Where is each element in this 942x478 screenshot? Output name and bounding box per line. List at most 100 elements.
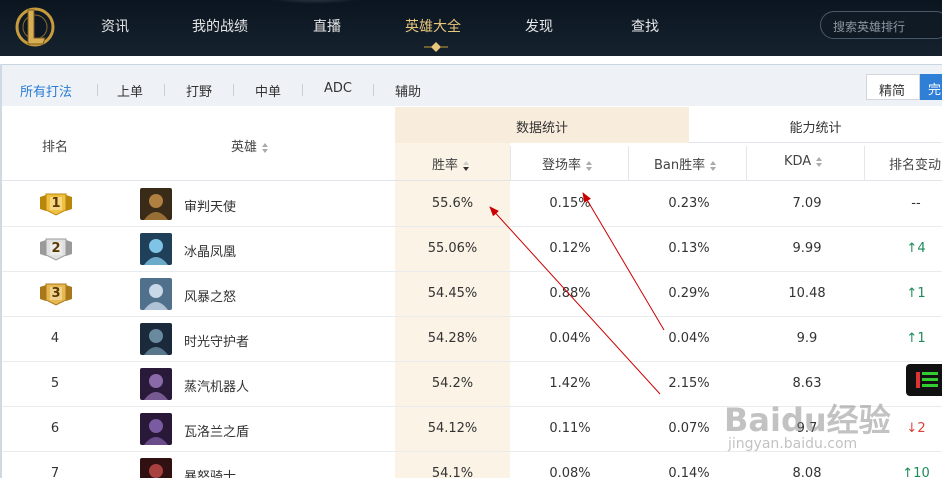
filter-support[interactable]: 辅助 [395, 81, 421, 100]
cell-winrate: 55.06% [427, 240, 478, 256]
watermark-logo: Baidu经验 [724, 401, 891, 439]
cell-winrate: 54.45% [427, 285, 478, 301]
filter-adc[interactable]: ADC [324, 81, 352, 96]
rank-change-value: 2 [917, 420, 926, 436]
cell-pickrate: 0.12% [549, 240, 591, 256]
filter-all[interactable]: 所有打法 [20, 81, 72, 100]
view-simple-button[interactable]: 精简 [866, 74, 920, 100]
sort-icon [816, 156, 823, 167]
hero-avatar[interactable] [140, 187, 172, 220]
rank-change-value: 4 [917, 240, 926, 256]
sort-icon [710, 160, 717, 171]
cell-banrate: 0.04% [668, 330, 710, 346]
hero-name[interactable]: 时光守护者 [184, 331, 249, 350]
rank-number: 2 [51, 240, 61, 256]
sort-icon [586, 160, 593, 171]
nav-item-live[interactable]: 直播 [313, 16, 341, 36]
cell-pickrate: 0.88% [549, 285, 591, 301]
view-full-button[interactable]: 完 [920, 74, 942, 100]
trend-up-icon: ↑ [906, 240, 918, 256]
cell-banrate: 0.29% [668, 285, 710, 301]
lane-filter-bar: 所有打法 上单 打野 中单 ADC 辅助 [0, 64, 942, 106]
row-divider [0, 361, 942, 362]
group-header-ability[interactable]: 能力统计 [689, 107, 942, 143]
lol-logo-icon[interactable] [14, 4, 56, 50]
hero-avatar[interactable] [140, 322, 172, 355]
hero-avatar[interactable] [140, 232, 172, 265]
cell-winrate: 55.6% [431, 195, 474, 211]
active-diamond-icon [424, 42, 448, 52]
rank-change-value: 10 [913, 465, 930, 478]
annotation-arrow-pickrate [582, 192, 665, 331]
rank-change-value: 1 [917, 285, 926, 301]
header-winrate: 胜率 [432, 158, 459, 173]
trend-up-icon: ↑ [906, 330, 918, 346]
header-hero-wrap[interactable]: 英雄 [231, 136, 269, 155]
hero-search-input[interactable]: 搜索英雄排行 [820, 11, 942, 39]
hero-avatar[interactable] [140, 367, 172, 400]
hero-name[interactable]: 蒸汽机器人 [184, 376, 249, 395]
header-pickrate-wrap[interactable]: 登场率 [542, 154, 593, 173]
hero-avatar[interactable] [140, 457, 172, 478]
cell-banrate: 0.23% [668, 195, 710, 211]
header-divider [510, 146, 511, 180]
filter-mid[interactable]: 中单 [255, 81, 281, 100]
cell-kda: 8.63 [792, 375, 822, 391]
cell-pickrate: 0.11% [549, 420, 591, 436]
cell-pickrate: 0.04% [549, 330, 591, 346]
nav-item-discover[interactable]: 发现 [525, 16, 553, 36]
filter-top[interactable]: 上单 [117, 81, 143, 100]
annotation-arrow-winrate [489, 206, 661, 395]
group-header-data[interactable]: 数据统计 [395, 107, 689, 143]
cell-banrate: 0.14% [668, 465, 710, 478]
nav-item-news[interactable]: 资讯 [101, 16, 129, 36]
cell-kda: 7.09 [792, 195, 822, 211]
hero-name[interactable]: 风暴之怒 [184, 286, 236, 305]
header-winrate-wrap[interactable]: 胜率 [432, 154, 470, 173]
rank-number: 5 [50, 375, 60, 391]
filter-divider [302, 84, 303, 96]
rank-change-value: -- [911, 195, 921, 211]
cell-kda: 10.48 [788, 285, 826, 301]
floating-widget[interactable] [906, 364, 942, 396]
header-kda: KDA [784, 154, 812, 169]
row-divider [0, 271, 942, 272]
header-divider [864, 146, 865, 180]
sort-desc-icon [463, 160, 470, 171]
nav-item-my-record[interactable]: 我的战绩 [192, 16, 248, 36]
hero-avatar[interactable] [140, 277, 172, 310]
filter-jungle[interactable]: 打野 [186, 81, 212, 100]
cell-kda: 9.99 [792, 240, 822, 256]
nav-item-heroes[interactable]: 英雄大全 [405, 16, 461, 36]
header-divider [628, 146, 629, 180]
header-banrate-wrap[interactable]: Ban胜率 [654, 154, 717, 173]
cell-rank-change: -- [866, 196, 942, 211]
cell-kda: 8.08 [792, 465, 822, 478]
nav-glow [265, 0, 365, 4]
row-divider [0, 316, 942, 317]
rank-number: 3 [51, 285, 61, 301]
header-rank-change[interactable]: 排名变动 [889, 154, 941, 173]
hero-name[interactable]: 冰晶凤凰 [184, 241, 236, 260]
cell-winrate: 54.2% [431, 375, 474, 391]
hero-name[interactable]: 瓦洛兰之盾 [184, 421, 249, 440]
hero-name[interactable]: 审判天使 [184, 196, 236, 215]
header-pickrate: 登场率 [542, 158, 582, 173]
rank-number: 7 [50, 465, 60, 478]
cell-pickrate: 0.08% [549, 465, 591, 478]
rank-number: 1 [51, 195, 61, 211]
cell-banrate: 2.15% [668, 375, 710, 391]
hero-name[interactable]: 暴怒骑士 [184, 466, 236, 478]
cell-winrate: 54.1% [431, 465, 474, 478]
cell-rank-change: ↑1 [866, 286, 942, 301]
nav-item-search[interactable]: 查找 [631, 16, 659, 36]
trend-down-icon: ↓ [906, 420, 918, 436]
hero-avatar[interactable] [140, 412, 172, 445]
rank-number: 4 [50, 330, 60, 346]
cell-winrate: 54.28% [427, 330, 478, 346]
header-kda-wrap[interactable]: KDA [784, 154, 823, 169]
sort-icon [262, 142, 269, 153]
cell-banrate: 0.13% [668, 240, 710, 256]
trend-up-icon: ↑ [906, 285, 918, 301]
header-rank: 排名 [42, 140, 69, 155]
